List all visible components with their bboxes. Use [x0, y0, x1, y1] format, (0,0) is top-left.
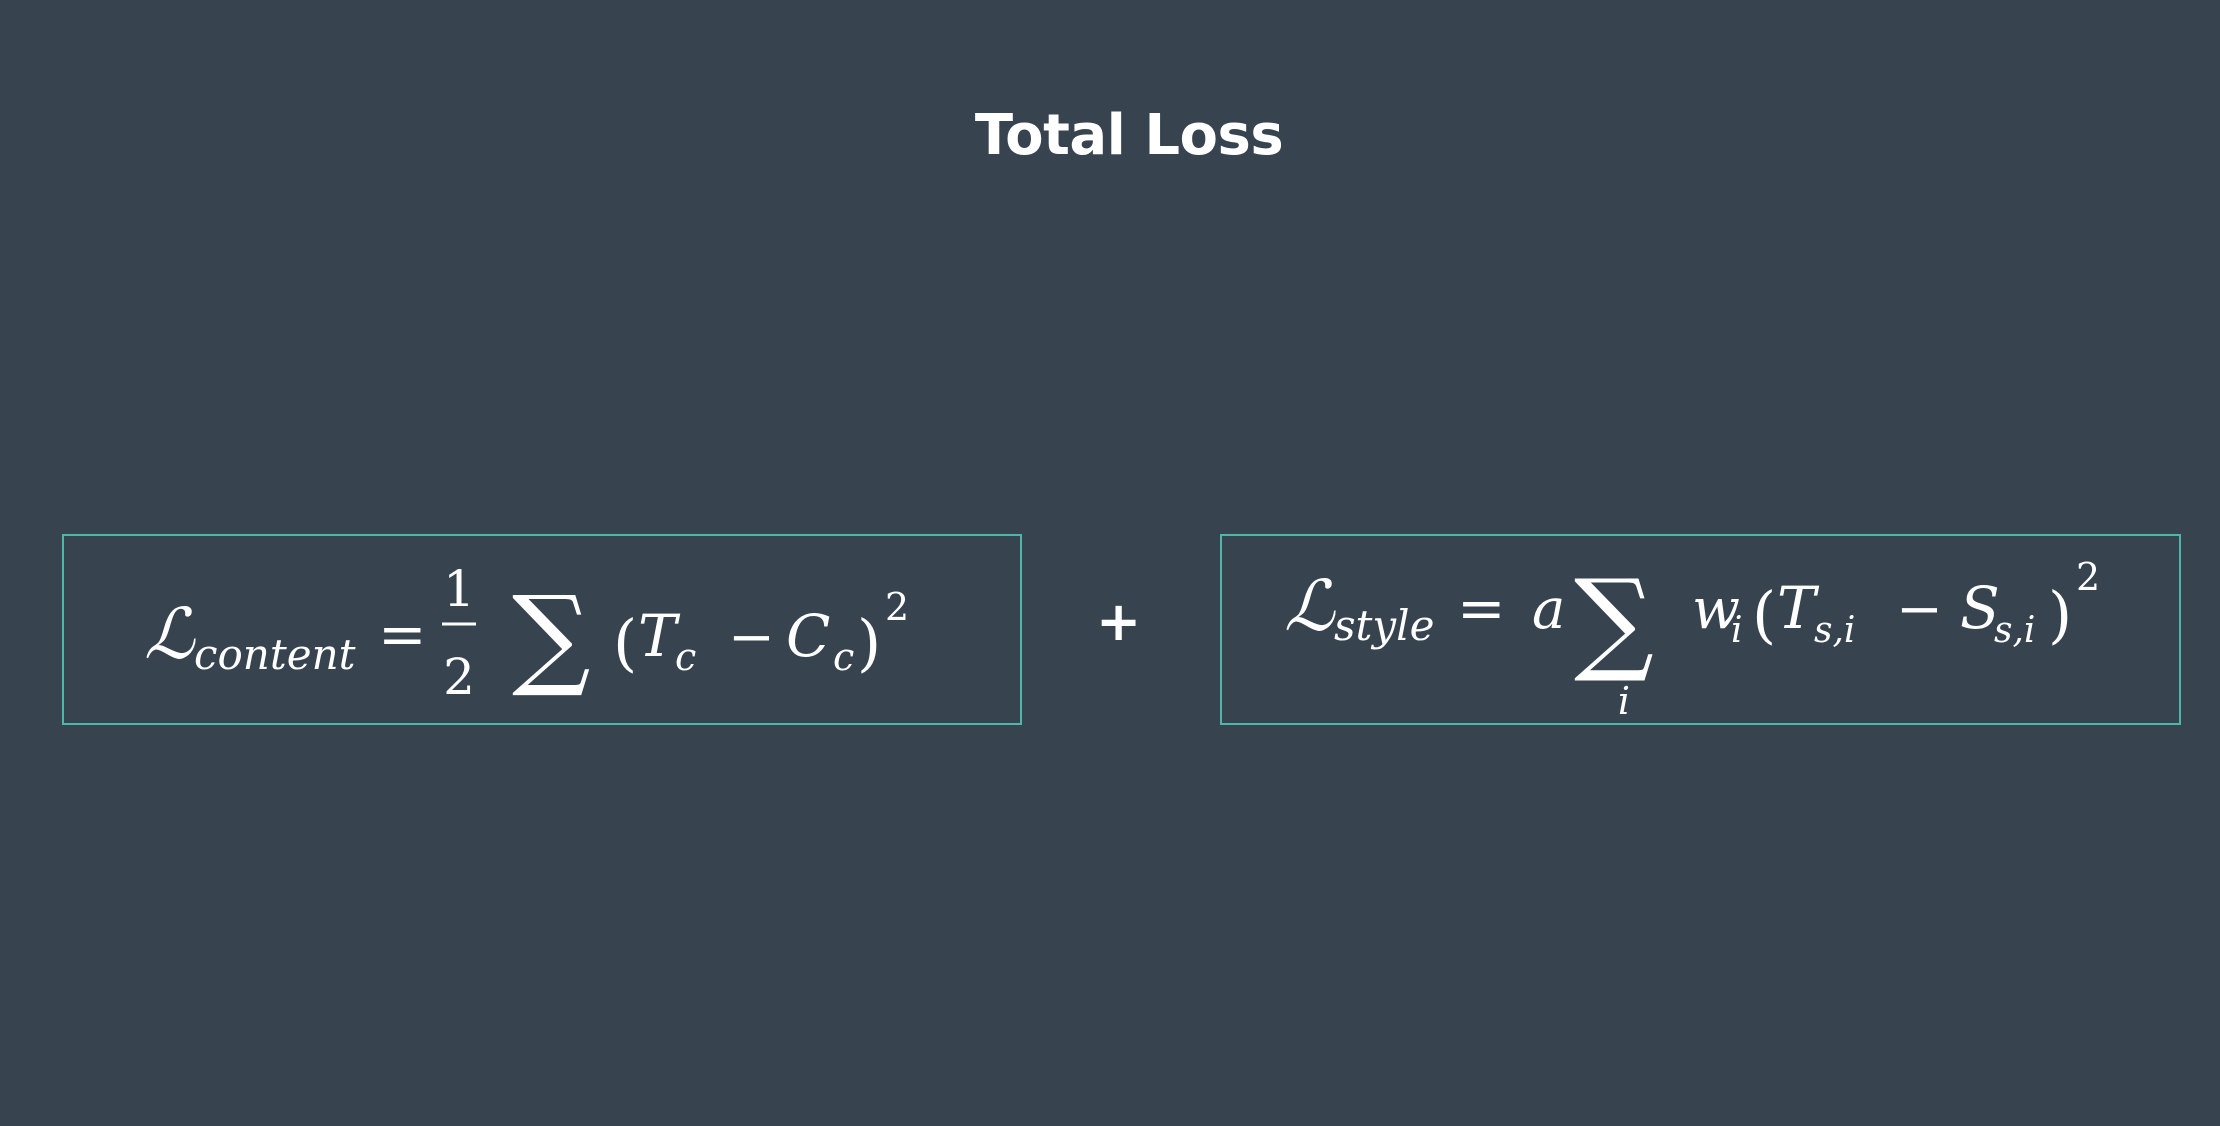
content-sum-symbol: ∑	[512, 572, 591, 700]
fraction-denominator: 2	[443, 648, 475, 706]
style-term-b-sub: s,i	[1994, 610, 2035, 651]
content-term-b-sub: c	[833, 635, 854, 679]
style-term-a-sub: s,i	[1814, 610, 1855, 651]
content-minus: −	[728, 605, 775, 670]
style-coefficient: a	[1532, 577, 1565, 642]
content-loss-formula-box: ℒ content = 1 2 ∑ ( T c − C c ) 2	[62, 534, 1022, 725]
style-exponent: 2	[2076, 555, 2100, 599]
style-minus: −	[1896, 577, 1943, 642]
plus-operator: +	[1096, 590, 1142, 653]
style-sum-index: i	[1618, 679, 1630, 723]
style-lparen: (	[1752, 578, 1776, 651]
content-term-a-sub: c	[675, 635, 696, 679]
content-loss-symbol: ℒ	[144, 597, 196, 674]
style-equals: =	[1457, 574, 1506, 642]
content-loss-subscript: content	[194, 630, 356, 679]
style-loss-formula: ℒ style = a ∑ i w i ( T s,i − S s,i ) 2	[1284, 555, 2100, 723]
style-rparen: )	[2048, 578, 2072, 651]
content-rparen: )	[857, 606, 881, 679]
content-term-b: C	[786, 602, 830, 670]
style-loss-symbol: ℒ	[1284, 569, 1336, 646]
content-loss-formula: ℒ content = 1 2 ∑ ( T c − C c ) 2	[144, 560, 909, 706]
style-loss-subscript: style	[1334, 601, 1434, 650]
style-loss-formula-box: ℒ style = a ∑ i w i ( T s,i − S s,i ) 2	[1220, 534, 2181, 725]
style-weight-sub: i	[1731, 610, 1743, 651]
content-loss-equals: =	[378, 600, 427, 668]
content-exponent: 2	[885, 585, 909, 629]
style-sum-symbol: ∑	[1574, 556, 1654, 686]
content-lparen: (	[613, 606, 637, 679]
slide-title: Total Loss	[974, 103, 1284, 168]
fraction-numerator: 1	[443, 560, 475, 618]
